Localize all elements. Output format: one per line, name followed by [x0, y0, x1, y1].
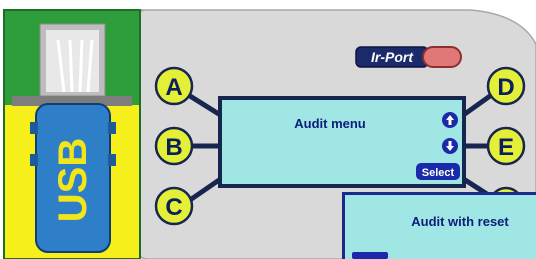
button-d-label: D	[497, 74, 514, 101]
audit-reset-popup: Audit with reset	[342, 192, 536, 259]
ir-port: Ir-Port	[355, 46, 462, 68]
button-e-label: E	[498, 134, 514, 161]
select-button[interactable]: Select	[416, 163, 460, 180]
arrow-down-icon[interactable]	[442, 138, 458, 154]
button-b-label: B	[165, 134, 182, 161]
select-label: Select	[422, 167, 455, 179]
popup-indicator	[352, 252, 388, 259]
ir-port-label: Ir-Port	[371, 49, 414, 65]
button-b[interactable]: B	[154, 126, 194, 166]
arrow-up-icon[interactable]	[442, 112, 458, 128]
button-c[interactable]: C	[154, 186, 194, 226]
usb-label: USB	[51, 138, 95, 222]
device-illustration: USB A B C D E Ir-Port Audit menu Select …	[3, 9, 536, 259]
button-a[interactable]: A	[154, 66, 194, 106]
popup-title: Audit with reset	[411, 214, 509, 229]
button-d[interactable]: D	[486, 66, 526, 106]
lcd-title: Audit menu	[294, 116, 366, 131]
button-c-label: C	[165, 194, 182, 221]
button-e[interactable]: E	[486, 126, 526, 166]
button-a-label: A	[165, 74, 182, 101]
usb-stick[interactable]: USB	[30, 103, 116, 253]
ir-port-window	[422, 46, 462, 68]
